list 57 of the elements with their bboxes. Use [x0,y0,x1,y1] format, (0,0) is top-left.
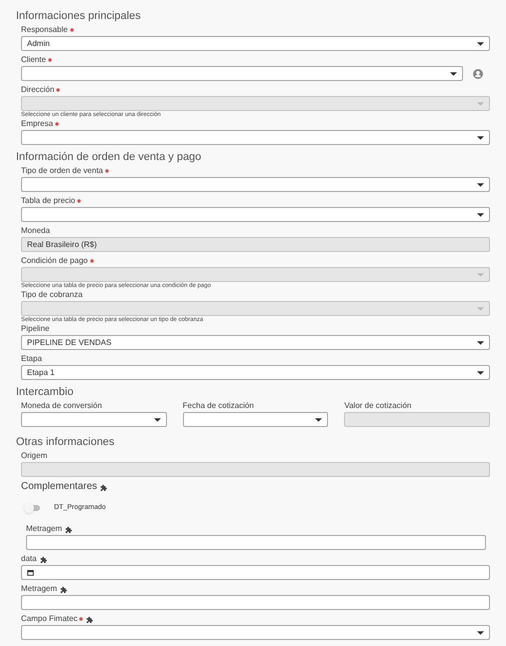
field-label: Empresa [21,119,54,129]
field-value: Real Brasileiro (R$) [27,240,98,250]
select-field[interactable] [21,177,490,192]
field-label: Origem [21,451,48,461]
field-label: Etapa [21,354,42,364]
field-label: Condición de pago [21,256,88,266]
select-field[interactable]: Admin [21,36,490,51]
caret-icon [477,102,484,106]
field-label: Cliente [21,55,46,65]
section-title: Información de orden de venta y pago [16,150,202,164]
select-field[interactable]: Etapa 1 [21,365,490,380]
field-label: Valor de cotización [344,401,412,411]
field-label: Campo Fimatec [21,614,78,624]
calendar-icon[interactable] [27,569,34,576]
input-field[interactable] [26,535,486,550]
field-label: Moneda [21,226,50,236]
field-label: Tabla de precio [21,196,76,206]
field-label: Pipeline [21,324,50,334]
select-field[interactable] [182,412,328,427]
caret-icon [477,272,484,276]
select-field[interactable] [21,412,167,427]
caret-icon [477,182,484,186]
toggle-switch[interactable] [26,505,40,511]
field-value: PIPELINE DE VENDAS [27,338,112,348]
field-value: Etapa 1 [27,368,56,378]
select-field[interactable] [21,625,490,640]
field-label: data [21,554,37,564]
caret-icon [477,136,484,140]
caret-icon [477,370,484,374]
select-field[interactable] [21,130,490,145]
section-title: Intercambio [16,385,74,399]
field-label: Fecha de cotización [182,401,254,411]
field-label: Responsable [21,25,68,35]
section-title: Otras informaciones [16,435,116,449]
user-icon[interactable] [473,68,483,78]
select-field[interactable] [21,207,490,222]
date-field[interactable] [21,565,490,580]
select-field[interactable] [21,66,463,81]
input-field[interactable] [21,595,490,610]
caret-icon [477,42,484,46]
select-field[interactable]: PIPELINE DE VENDAS [21,335,490,350]
field-value: Admin [27,38,51,48]
field-label: Moneda de conversión [21,401,102,411]
field-label: Dirección [21,85,54,95]
caret-icon [477,306,484,310]
caret-icon [477,340,484,344]
field-label: Tipo de cobranza [21,290,83,300]
subsection-title: Complementares [21,481,98,493]
caret-icon [315,418,322,422]
caret-icon [477,212,484,216]
caret-icon [477,630,484,634]
caret-icon [154,418,161,422]
field-label: Metragem [26,524,62,534]
section-title: Informaciones principales [16,9,142,23]
field-label: Metragem [21,584,58,594]
caret-icon [450,72,457,76]
field-label: Tipo de orden de venta [21,166,103,176]
